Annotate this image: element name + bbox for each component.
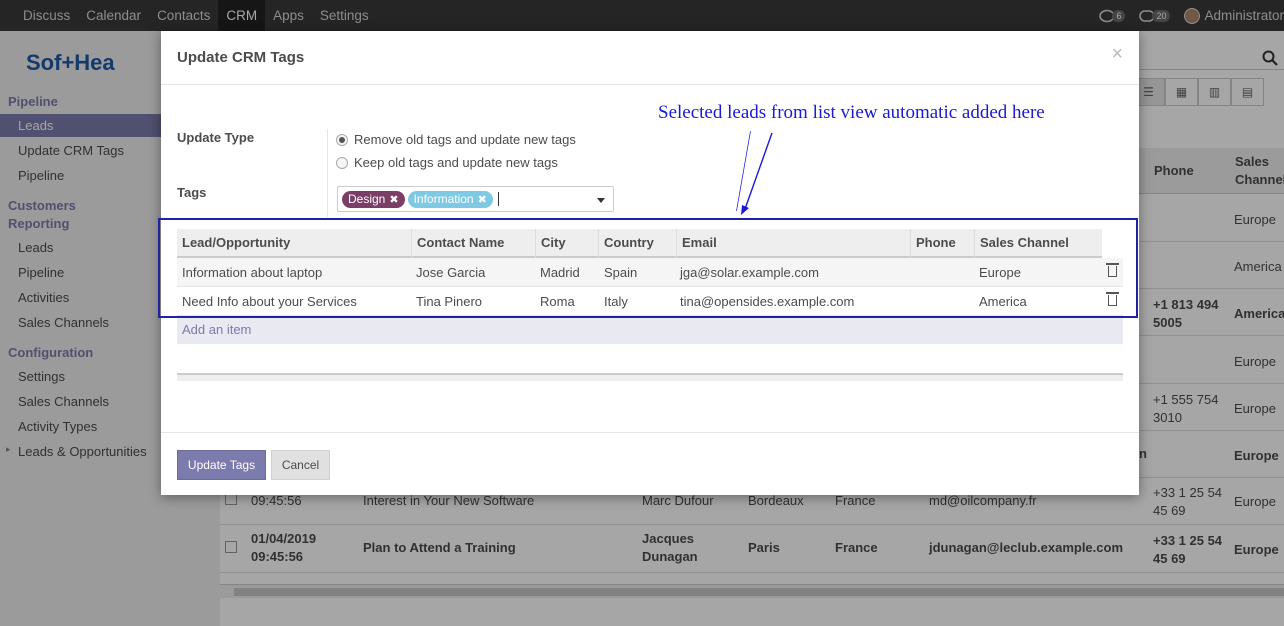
radio-label: Remove old tags and update new tags bbox=[354, 132, 576, 147]
add-item-row: Add an item bbox=[177, 316, 1123, 344]
table-footer bbox=[177, 373, 1123, 381]
tag-label: Design bbox=[348, 192, 386, 206]
modal-header: Update CRM Tags bbox=[161, 31, 1139, 85]
modal-footer: Update Tags Cancel bbox=[161, 432, 1139, 495]
tags-input[interactable]: Design ✖ Information ✖ bbox=[337, 186, 614, 212]
annotation-text: Selected leads from list view automatic … bbox=[658, 102, 1045, 123]
remove-tag-icon[interactable]: ✖ bbox=[478, 193, 487, 206]
text-cursor bbox=[497, 192, 499, 206]
annotation-arrow-line bbox=[741, 132, 773, 215]
update-crm-tags-dialog: Update CRM Tags × Update Type Tags Remov… bbox=[158, 31, 1139, 495]
radio-unchecked-icon[interactable] bbox=[336, 156, 348, 169]
remove-tag-icon[interactable]: ✖ bbox=[389, 193, 398, 206]
update-type-label: Update Type bbox=[177, 130, 255, 145]
dropdown-caret-icon[interactable] bbox=[597, 198, 605, 203]
tags-label: Tags bbox=[177, 185, 207, 200]
close-icon[interactable]: × bbox=[1111, 43, 1123, 66]
tag-design: Design ✖ bbox=[342, 190, 405, 208]
form-divider bbox=[327, 129, 328, 217]
radio-keep-old-tags[interactable]: Keep old tags and update new tags bbox=[336, 155, 558, 170]
radio-checked-icon[interactable] bbox=[336, 133, 348, 146]
tag-information: Information ✖ bbox=[407, 190, 493, 208]
update-tags-button[interactable]: Update Tags bbox=[177, 450, 266, 480]
cancel-button[interactable]: Cancel bbox=[271, 450, 330, 480]
highlight-box bbox=[158, 218, 1138, 318]
tag-label: Information bbox=[413, 192, 474, 206]
radio-label: Keep old tags and update new tags bbox=[354, 155, 558, 170]
add-item-link[interactable]: Add an item bbox=[182, 316, 251, 344]
radio-remove-old-tags[interactable]: Remove old tags and update new tags bbox=[336, 132, 576, 147]
modal-title: Update CRM Tags bbox=[177, 49, 305, 66]
